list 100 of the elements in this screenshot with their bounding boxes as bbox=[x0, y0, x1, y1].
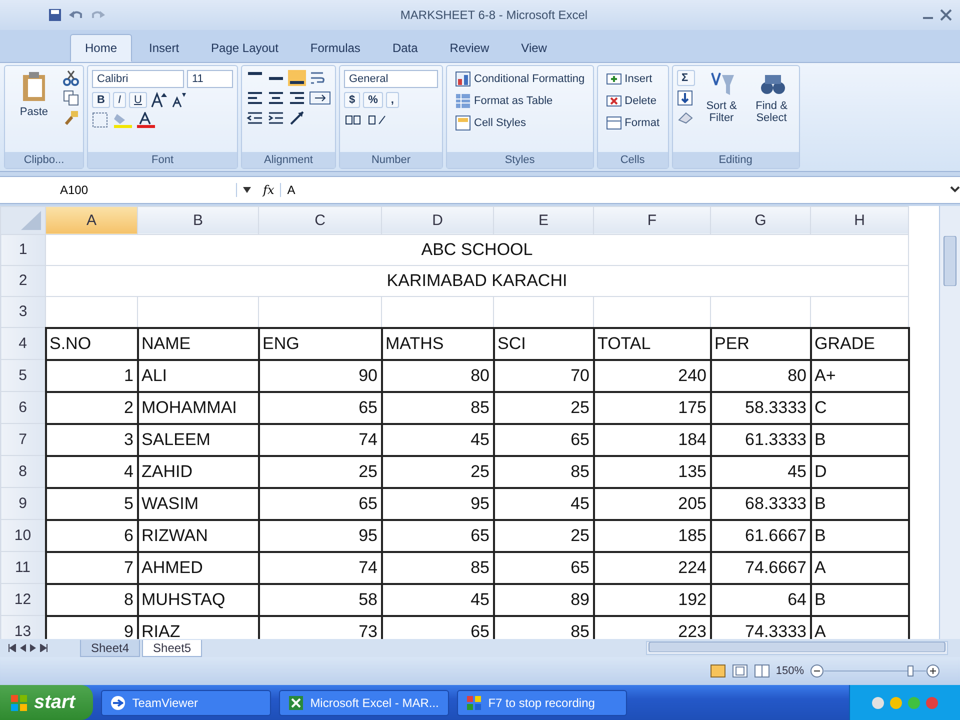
cells-button[interactable]: Delete bbox=[602, 92, 664, 110]
merge-cells-icon[interactable] bbox=[309, 90, 331, 106]
styles-button[interactable]: Conditional Formatting bbox=[451, 70, 589, 88]
underline-button[interactable]: U bbox=[129, 92, 147, 108]
ribbon-tab[interactable]: Formulas bbox=[295, 34, 376, 62]
save-icon[interactable] bbox=[48, 8, 62, 22]
zoom-slider-icon[interactable] bbox=[810, 664, 940, 678]
formula-field[interactable]: A bbox=[287, 182, 944, 197]
decrease-indent-icon[interactable] bbox=[246, 110, 264, 126]
column-header[interactable]: B bbox=[138, 206, 258, 234]
italic-button[interactable]: I bbox=[112, 92, 126, 108]
squares-icon bbox=[466, 694, 482, 710]
table-cell: 68.3333 bbox=[710, 488, 810, 520]
align-right-icon[interactable] bbox=[288, 90, 306, 106]
first-sheet-icon[interactable] bbox=[8, 644, 16, 652]
ribbon-tab[interactable]: View bbox=[506, 34, 562, 62]
paste-button[interactable]: Paste bbox=[9, 70, 59, 148]
normal-view-icon[interactable] bbox=[710, 664, 726, 678]
styles-button[interactable]: Format as Table bbox=[451, 92, 589, 110]
column-header[interactable]: G bbox=[710, 206, 810, 234]
taskbar-item[interactable]: Microsoft Excel - MAR... bbox=[279, 690, 450, 716]
column-header[interactable]: E bbox=[494, 206, 594, 234]
wrap-text-icon[interactable] bbox=[309, 70, 327, 86]
autosum-button[interactable]: Σ bbox=[676, 70, 695, 86]
grow-font-icon[interactable] bbox=[150, 92, 168, 108]
close-icon[interactable] bbox=[940, 8, 952, 21]
table-cell: 95 bbox=[258, 520, 382, 552]
percent-button[interactable]: % bbox=[363, 92, 383, 108]
brush-icon[interactable] bbox=[63, 110, 79, 126]
ribbon-tab[interactable]: Data bbox=[377, 34, 433, 62]
table-cell: ALI bbox=[138, 360, 258, 392]
table-icon bbox=[455, 92, 471, 109]
bold-button[interactable]: B bbox=[92, 92, 110, 108]
column-header[interactable]: F bbox=[594, 206, 710, 234]
align-center-icon[interactable] bbox=[267, 90, 285, 106]
fill-icon[interactable] bbox=[676, 90, 693, 106]
align-left-icon[interactable] bbox=[246, 90, 264, 106]
table-cell: GRADE bbox=[810, 328, 908, 360]
row-header[interactable]: 11 bbox=[0, 552, 46, 584]
name-box[interactable]: A100 bbox=[0, 182, 237, 197]
column-header[interactable]: C bbox=[258, 206, 382, 234]
font-color-icon[interactable] bbox=[136, 112, 156, 128]
row-header[interactable]: 2 bbox=[0, 265, 46, 296]
table-cell: B bbox=[810, 424, 908, 456]
column-header[interactable]: H bbox=[810, 206, 908, 234]
row-header[interactable]: 9 bbox=[0, 488, 46, 520]
font-size-field[interactable]: 11 bbox=[187, 70, 233, 88]
editing-button[interactable]: Find & Select bbox=[748, 70, 795, 148]
scissors-icon[interactable] bbox=[63, 70, 79, 86]
borders-icon[interactable] bbox=[92, 112, 110, 128]
row-header[interactable]: 4 bbox=[0, 328, 46, 360]
row-header[interactable]: 1 bbox=[0, 234, 46, 266]
page-break-icon[interactable] bbox=[754, 664, 770, 678]
column-header[interactable]: A bbox=[46, 206, 138, 234]
row-header[interactable]: 5 bbox=[0, 360, 46, 392]
column-header[interactable]: D bbox=[382, 206, 494, 234]
currency-button[interactable]: $ bbox=[344, 92, 360, 108]
increase-indent-icon[interactable] bbox=[267, 110, 285, 126]
expand-icon[interactable] bbox=[950, 184, 960, 195]
scrollbar-thumb-icon[interactable] bbox=[647, 642, 948, 652]
row-header[interactable]: 8 bbox=[0, 456, 46, 488]
taskbar-item[interactable]: F7 to stop recording bbox=[457, 690, 628, 716]
previous-sheet-icon[interactable] bbox=[20, 644, 26, 652]
shrink-font-icon[interactable] bbox=[170, 92, 187, 108]
scrollbar-thumb-icon[interactable] bbox=[943, 236, 957, 286]
copy-icon[interactable] bbox=[63, 90, 79, 106]
table-cell: 8 bbox=[46, 584, 138, 616]
sheet-tab[interactable]: Sheet5 bbox=[142, 640, 202, 658]
eraser-icon[interactable] bbox=[676, 110, 695, 124]
styles-button[interactable]: Cell Styles bbox=[451, 114, 589, 132]
row-header[interactable]: 12 bbox=[0, 584, 46, 616]
taskbar-item[interactable]: TeamViewer bbox=[101, 690, 272, 716]
row-header[interactable]: 7 bbox=[0, 424, 46, 456]
insert-cells-icon bbox=[606, 70, 622, 87]
function-button[interactable]: fx bbox=[257, 182, 282, 197]
comma-button[interactable]: , bbox=[386, 92, 399, 108]
table-cell: AHMED bbox=[138, 552, 258, 584]
group-label: Clipbo... bbox=[5, 152, 83, 168]
ribbon-tab[interactable]: Home bbox=[70, 34, 132, 62]
fill-color-icon[interactable] bbox=[113, 112, 133, 128]
ribbon-tab[interactable]: Insert bbox=[134, 34, 194, 62]
ribbon-tab[interactable]: Page Layout bbox=[196, 34, 294, 62]
table-cell: C bbox=[810, 392, 908, 424]
row-header[interactable]: 10 bbox=[0, 520, 46, 552]
font-name-field[interactable]: Calibri bbox=[92, 70, 184, 88]
row-header[interactable]: 13 bbox=[0, 616, 46, 640]
bottom-align-icon[interactable] bbox=[288, 70, 306, 86]
dropdown-icon[interactable] bbox=[243, 186, 251, 193]
editing-button[interactable]: Sort & Filter bbox=[698, 70, 745, 148]
sheet-tab[interactable]: Sheet4 bbox=[80, 640, 140, 658]
row-header[interactable]: 3 bbox=[0, 296, 46, 328]
next-sheet-icon[interactable] bbox=[30, 644, 36, 652]
ribbon-tab[interactable]: Review bbox=[434, 34, 504, 62]
last-sheet-icon[interactable] bbox=[40, 644, 48, 652]
start-button[interactable]: start bbox=[0, 685, 94, 720]
row-header[interactable]: 6 bbox=[0, 392, 46, 424]
number-format-field[interactable]: General bbox=[344, 70, 438, 88]
page-layout-icon[interactable] bbox=[732, 664, 748, 678]
cells-button[interactable]: Insert bbox=[602, 70, 664, 88]
cells-button[interactable]: Format bbox=[602, 114, 664, 132]
